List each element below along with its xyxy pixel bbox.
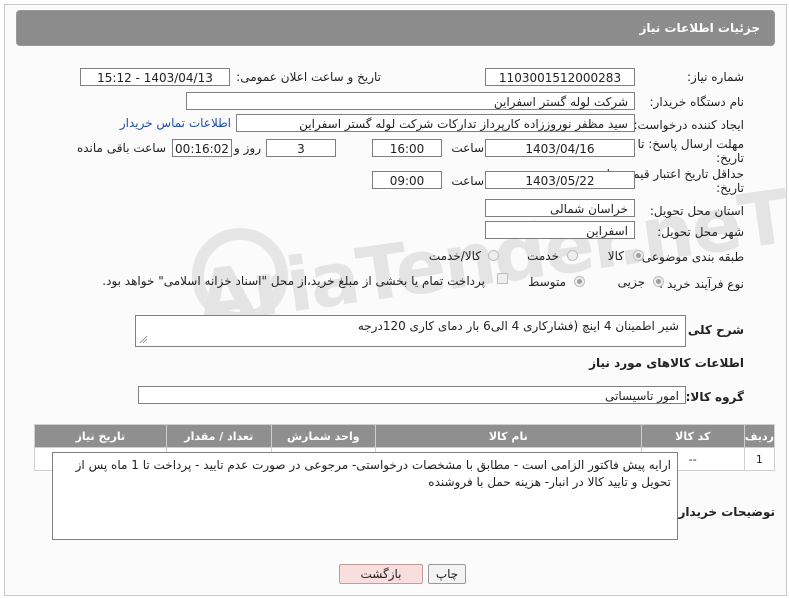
reply-deadline-label: مهلت ارسال پاسخ: تا xyxy=(637,137,744,151)
process-radio-minor[interactable] xyxy=(653,276,664,287)
table-header-quantity: تعداد / مقدار xyxy=(165,424,272,448)
process-radio-medium[interactable] xyxy=(574,276,585,287)
goods-info-title: اطلاعات کالاهای مورد نیاز xyxy=(589,356,744,370)
reply-time-field[interactable]: 16:00 xyxy=(372,139,442,157)
creator-field[interactable]: سید مظفر نوروززاده کارپرداز تدارکات شرکت… xyxy=(236,114,635,132)
goods-group-label: گروه کالا: xyxy=(685,390,744,404)
category-radio-service[interactable] xyxy=(567,250,578,261)
category-radio-goods-service[interactable] xyxy=(488,250,499,261)
page-title: جزئیات اطلاعات نیاز xyxy=(639,21,760,35)
city-field[interactable]: اسفراین xyxy=(485,221,635,239)
buyer-notes-label: توضیحات خریدار: xyxy=(673,505,775,519)
buyer-org-field[interactable]: شرکت لوله گستر اسفراین xyxy=(186,92,635,110)
reply-time-label: ساعت xyxy=(451,141,484,155)
table-cell-row-number: 1 xyxy=(743,447,776,471)
buyer-notes-text: ارایه پیش فاکتور الزامی است - مطابق با م… xyxy=(75,458,671,489)
reply-date-field[interactable]: 1403/04/16 xyxy=(485,139,635,157)
page-header: جزئیات اطلاعات نیاز xyxy=(16,10,775,46)
resize-grip-icon[interactable] xyxy=(139,335,148,344)
process-label: نوع فرآیند خرید : xyxy=(659,277,744,291)
table-header-code: کد کالا xyxy=(640,424,745,448)
treasury-payment-text: پرداخت تمام یا بخشی از مبلغ خرید،از محل … xyxy=(102,274,485,288)
days-field[interactable]: 3 xyxy=(266,139,336,157)
province-label: استان محل تحویل: xyxy=(649,204,744,218)
remaining-time-field[interactable]: 00:16:02 xyxy=(172,139,232,157)
table-header-need-date: تاریخ نیاز xyxy=(34,424,167,448)
reply-deadline-label-date: تاریخ: xyxy=(716,151,744,165)
validity-label-date: تاریخ: xyxy=(716,181,744,195)
table-header-name: نام کالا xyxy=(374,424,642,448)
category-label: طبقه بندی موضوعی: xyxy=(637,250,744,264)
remaining-time-label: ساعت باقی مانده xyxy=(76,141,166,155)
announce-datetime-field[interactable]: 1403/04/13 - 15:12 xyxy=(80,68,230,86)
validity-time-label: ساعت xyxy=(451,174,484,188)
process-option-medium: متوسط xyxy=(528,275,566,289)
city-label: شهر محل تحویل: xyxy=(657,225,744,239)
table-header-row-number: ردیف xyxy=(743,424,776,448)
description-text: شیر اطمینان 4 اینچ (فشارکاری 4 الی6 بار … xyxy=(357,319,679,333)
table-header-unit: واحد شمارش xyxy=(270,424,376,448)
back-button[interactable]: بازگشت xyxy=(339,564,423,584)
need-number-field[interactable]: 1103001512000283 xyxy=(485,68,635,86)
category-option-service: خدمت xyxy=(527,249,559,263)
buyer-org-label: نام دستگاه خریدار: xyxy=(649,95,745,109)
description-field[interactable]: شیر اطمینان 4 اینچ (فشارکاری 4 الی6 بار … xyxy=(135,315,686,347)
creator-label: ایجاد کننده درخواست: xyxy=(633,118,744,132)
goods-group-field[interactable]: امور تاسیساتی xyxy=(138,386,686,404)
announce-label: تاریخ و ساعت اعلان عمومی: xyxy=(236,70,381,84)
buyer-contact-link[interactable]: اطلاعات تماس خریدار xyxy=(120,116,231,130)
treasury-payment-checkbox[interactable] xyxy=(497,273,508,284)
validity-time-field[interactable]: 09:00 xyxy=(372,171,442,189)
category-option-goods: کالا xyxy=(607,249,624,263)
days-label: روز و xyxy=(234,141,261,155)
table-header-row: ردیف کد کالا نام کالا واحد شمارش تعداد /… xyxy=(34,424,776,448)
process-option-minor: جزیی xyxy=(617,275,645,289)
buyer-notes-field[interactable]: ارایه پیش فاکتور الزامی است - مطابق با م… xyxy=(52,452,678,540)
province-field[interactable]: خراسان شمالی xyxy=(485,199,635,217)
need-number-label: شماره نیاز: xyxy=(687,70,744,84)
category-radio-goods[interactable] xyxy=(633,250,644,261)
category-option-goods-service: کالا/خدمت xyxy=(428,249,481,263)
print-button[interactable]: چاپ xyxy=(428,564,466,584)
validity-date-field[interactable]: 1403/05/22 xyxy=(485,171,635,189)
